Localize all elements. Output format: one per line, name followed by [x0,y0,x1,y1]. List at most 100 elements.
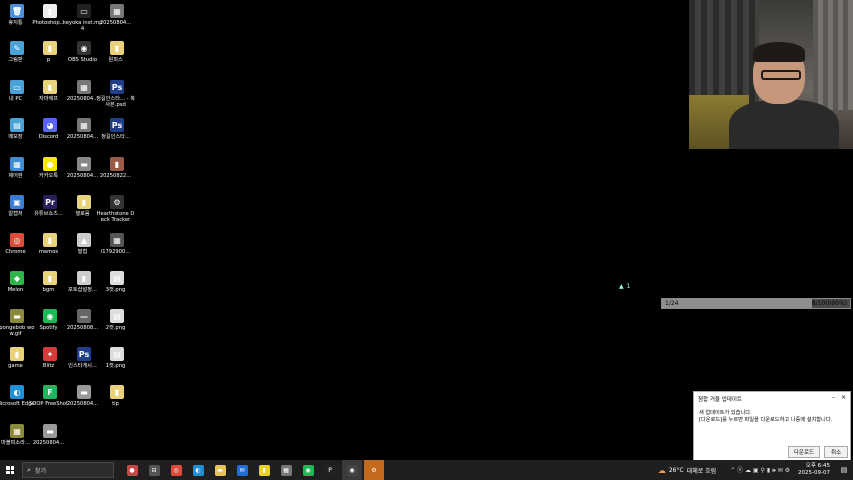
desktop-icon-label: 20250822... [99,173,132,179]
desktop-icon-label: 정길인스타... - 복사본.psd [96,96,135,108]
desktop-icon[interactable]: ▦ i1792900... [100,233,134,255]
desktop-icon-image: ▮ [77,195,91,209]
edge-icon: ◐ [192,464,204,476]
desktop-icon-image: ▦ [10,157,24,171]
widgets-icon: ● [126,464,138,476]
desktop-icon-image: ▦ [10,424,24,438]
spotify-icon: ◉ [302,464,314,476]
taskbar-apps: ● ⊟ ◎ ◐ ▬ ✉ ▮ ▦ ◉ P ◉ ⚙ [122,460,384,480]
system-tray: ☁ 26°C 대체로 흐림 ⌃ ⓔ ☁ ▣ ⚲ ▮ 🕪 ✉ ⚙ 오후 6:45 … [658,460,853,480]
taskbar-app-calculator[interactable]: ▦ [276,460,296,480]
weather-cloud-icon: ☁ [657,465,666,475]
desktop-icon-image: ◎ [10,233,24,247]
desktop-icon-image: ▤ [110,271,124,285]
desktop-icon[interactable]: Ps 정길인스타... [100,118,134,140]
desktop-icon-image: ▦ [77,80,91,94]
desktop-icon-label: 3컷.png [105,287,126,293]
desktop-icon[interactable]: ▬ 20250804... [33,424,67,446]
desktop-icon-label: i1792900... [100,249,131,255]
clock-time: 오후 6:45 [805,463,830,469]
webcam-person-glasses [761,70,801,80]
start-button[interactable] [0,460,20,480]
taskbar-app-widgets[interactable]: ● [122,460,142,480]
desktop-icon[interactable]: ▮ tip [100,385,134,407]
overlay-indicator: ▲ 1 [619,283,630,290]
desktop-icon-image: ▮ [10,347,24,361]
desktop-icon-image: ◐ [10,385,24,399]
desktop-icon-image: ● [43,157,57,171]
taskbar-app-obs[interactable]: ◉ [342,460,362,480]
task-view-icon: ⊟ [148,464,160,476]
weather-widget[interactable]: ☁ 26°C 대체로 흐림 [658,466,716,475]
desktop-icon[interactable]: ▤ 1컷.png [100,347,134,369]
outlook-icon: ✉ [236,464,248,476]
taskbar-app-chrome[interactable]: ◎ [166,460,186,480]
desktop-icon-image: ◆ [10,271,24,285]
desktop-icon-image: ◕ [43,118,57,132]
desktop-icon-image: ▬ [77,157,91,171]
desktop: 🗑 휴지통 ▮ Photoshop... ▭ heyoka inst.mp4 ▦ 202508… [0,0,140,460]
webcam-background-right [813,0,853,110]
taskbar-app-sticky[interactable]: ▮ [254,460,274,480]
taskbar-app-task-view[interactable]: ⊟ [144,460,164,480]
desktop-icon-image: F [43,385,57,399]
desktop-icon-image: ▭ [10,80,24,94]
minimize-icon[interactable]: – [832,394,835,401]
tray-icons[interactable]: ⌃ ⓔ ☁ ▣ ⚲ ▮ 🕪 ✉ ⚙ [730,465,790,475]
desktop-icon-image: Ps [77,347,91,361]
taskbar-app-explorer[interactable]: ▬ [210,460,230,480]
desktop-icon[interactable]: ▤ 3컷.png [100,271,134,293]
calculator-icon: ▦ [280,464,292,476]
desktop-icon-image: ▤ [110,347,124,361]
desktop-icon[interactable]: ▮ 원피스 [100,41,134,63]
taskbar-app-pycharm[interactable]: P [320,460,340,480]
desktop-icon-image: ▮ [110,41,124,55]
sticky-icon: ▮ [258,464,270,476]
download-button[interactable]: 다운로드 [788,446,820,458]
dialog-message-line1: 새 업데이트가 있습니다. [699,410,752,416]
webcam-person-body [729,100,839,149]
close-icon[interactable]: × [841,394,846,401]
cancel-button[interactable]: 취소 [824,446,848,458]
taskbar-app-spotify[interactable]: ◉ [298,460,318,480]
desktop-icon-label: Hearthstone Deck Tracker [96,211,135,223]
desktop-icon-label: 원피스 [108,57,123,63]
desktop-icon-image: ▮ [110,157,124,171]
desktop-icon-image: Pr [43,195,57,209]
desktop-icon-image: ⚙ [110,195,124,209]
desktop-icon-image: ▮ [77,271,91,285]
desktop-icon-image: ▬ [10,309,24,323]
progress-fill [662,299,813,308]
desktop-icon-image: 🗑 [10,4,24,18]
desktop-icon-image: ▮ [110,385,124,399]
desktop-icon-label: 2컷.png [105,325,126,331]
webcam-overlay [689,0,853,149]
desktop-icon-image: ▦ [110,233,124,247]
dialog-message-line2: [다운로드]를 누르면 파일을 다운로드하고 나중에 설치합니다. [699,417,833,423]
desktop-icon[interactable]: ▦ 20250804... [100,4,134,26]
hdt-icon: ⚙ [368,464,380,476]
desktop-icon-image: ▤ [110,309,124,323]
desktop-icon-image: ▮ [43,41,57,55]
desktop-icon[interactable]: ▭ heyoka inst.mp4 [63,4,102,32]
desktop-icon-image: ▬ [77,385,91,399]
taskbar-app-edge[interactable]: ◐ [188,460,208,480]
desktop-icon[interactable]: ⚙ Hearthstone Deck Tracker [97,195,134,223]
desktop-icon[interactable]: ▬ spongebob wow.gif [0,309,34,337]
desktop-icon[interactable]: Ps 정길인스타... - 복사본.psd [96,80,135,108]
indicator-count: 1 [626,283,631,290]
taskbar-search[interactable]: ⌕ 찾기 [22,462,114,478]
search-input[interactable]: 찾기 [35,466,46,475]
desktop-icon[interactable]: ▮ 20250822... [100,157,134,179]
desktop-icon[interactable]: ▤ 2컷.png [100,309,134,331]
chrome-icon: ◎ [170,464,182,476]
taskbar-app-outlook[interactable]: ✉ [232,460,252,480]
notification-icon[interactable]: ▤ [838,464,850,476]
clock[interactable]: 오후 6:45 2025-09-07 [798,463,830,477]
webcam-person-hair [753,42,805,62]
taskbar-app-hdt[interactable]: ⚙ [364,460,384,480]
progress-right-text: 8/10(000%) [811,300,847,307]
up-arrow-icon: ▲ [619,283,624,290]
desktop-icon-label: tip [112,401,119,407]
desktop-icon-image: ✦ [43,347,57,361]
